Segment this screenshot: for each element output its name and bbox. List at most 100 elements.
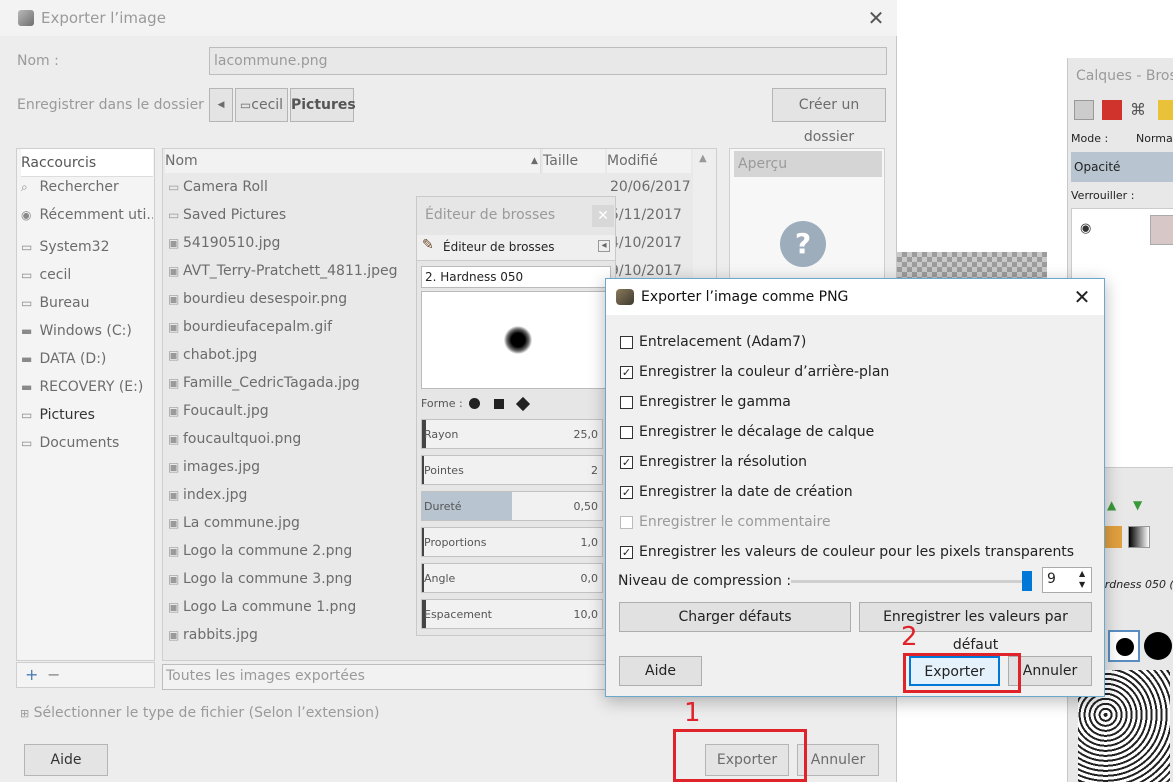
brush-item[interactable] xyxy=(1144,632,1172,660)
recent-icon: ◉ xyxy=(21,208,32,222)
option-label[interactable]: Enregistrer la résolution xyxy=(639,454,807,470)
place-item[interactable]: ◉ Récemment uti... xyxy=(21,201,153,229)
column-size[interactable]: Taille xyxy=(543,149,605,173)
mode-value[interactable]: Norma xyxy=(1136,132,1173,145)
arrow-down-icon[interactable]: ▼ xyxy=(1133,498,1142,512)
option-checkbox[interactable]: ✓ xyxy=(620,366,633,379)
slider-label: Dureté xyxy=(424,500,462,513)
layer-thumbnail[interactable] xyxy=(1150,215,1173,245)
option-label[interactable]: Enregistrer la date de création xyxy=(639,484,853,500)
help-button[interactable]: Aide xyxy=(24,744,108,776)
sort-ascending-icon: ▲ xyxy=(531,156,538,166)
option-label[interactable]: Enregistrer le gamma xyxy=(639,394,791,410)
image-file-icon: ▣ xyxy=(168,320,180,334)
add-icon[interactable]: + xyxy=(25,665,38,684)
brush-slider-espacement[interactable]: Espacement 10,0 xyxy=(421,599,603,629)
brush-editor-panel: Éditeur de brosses ✕ ✎ Éditeur de brosse… xyxy=(416,196,616,636)
option-label[interactable]: Enregistrer les valeurs de couleur pour … xyxy=(639,544,1074,560)
option-checkbox[interactable]: ✓ xyxy=(620,456,633,469)
spin-arrows-icon[interactable]: ▲ ▼ xyxy=(1079,568,1085,590)
gimp-icon xyxy=(18,10,34,26)
folder-icon: ▭ xyxy=(168,208,180,222)
annotation-step-1: 1 xyxy=(684,698,701,728)
paths-tab-icon[interactable]: ⌘ xyxy=(1130,100,1150,120)
place-item[interactable]: ▭ Documents xyxy=(21,429,153,457)
save-defaults-button[interactable]: Enregistrer les valeurs par défaut xyxy=(859,602,1092,653)
close-icon[interactable]: ✕ xyxy=(1072,287,1092,307)
option-label[interactable]: Enregistrer la couleur d’arrière-plan xyxy=(639,364,889,380)
place-item[interactable]: ▭ cecil xyxy=(21,261,153,289)
place-item[interactable]: ⌕ Rechercher xyxy=(21,173,153,201)
path-button-pictures[interactable]: Pictures xyxy=(290,88,356,122)
place-item[interactable]: ▬ DATA (D:) xyxy=(21,345,153,373)
option-checkbox[interactable] xyxy=(620,426,633,439)
compression-slider-track[interactable] xyxy=(791,580,1031,583)
file-name: bourdieu desespoir.png xyxy=(183,291,348,307)
file-name: Foucault.jpg xyxy=(183,403,269,419)
chevron-up-icon[interactable]: ▲ xyxy=(699,153,707,164)
compression-label: Niveau de compression : xyxy=(618,573,792,589)
square-shape-icon[interactable] xyxy=(494,399,504,409)
selected-brush[interactable] xyxy=(1108,630,1140,662)
file-type-expander[interactable]: ⊞ Sélectionner le type de fichier (Selon… xyxy=(20,705,379,721)
create-folder-button[interactable]: Créer un dossier xyxy=(772,88,886,145)
brush-name-field[interactable]: 2. Hardness 050 xyxy=(421,266,611,288)
path-back-arrow-icon[interactable]: ◀ xyxy=(209,88,233,122)
load-defaults-button[interactable]: Charger défauts xyxy=(619,602,851,632)
file-filter[interactable]: Toutes les images exportées xyxy=(162,664,608,690)
eye-icon[interactable]: ◉ xyxy=(1080,221,1091,236)
place-item[interactable]: ▭ Bureau xyxy=(21,289,153,317)
column-name[interactable]: Nom ▲ xyxy=(165,149,541,173)
filename-input[interactable]: lacommune.png xyxy=(209,47,887,75)
option-checkbox[interactable]: ✓ xyxy=(620,486,633,499)
undo-tab-icon[interactable] xyxy=(1158,100,1173,120)
option-checkbox[interactable] xyxy=(620,336,633,349)
diamond-shape-icon[interactable] xyxy=(515,396,531,412)
file-name: Famille_CedricTagada.jpg xyxy=(183,375,360,391)
slider-value: 1,0 xyxy=(580,536,599,549)
channels-tab-icon[interactable] xyxy=(1102,100,1122,120)
remove-icon[interactable]: − xyxy=(47,665,60,684)
option-checkbox[interactable] xyxy=(620,396,633,409)
image-file-icon: ▣ xyxy=(168,544,180,558)
cancel-button[interactable]: Annuler xyxy=(797,744,879,776)
folder-icon: ▭ xyxy=(21,268,33,282)
file-name: index.jpg xyxy=(183,487,248,503)
no-preview-icon: ? xyxy=(780,221,826,267)
paintbrush-icon: ✎ xyxy=(422,237,434,253)
place-item[interactable]: ▭ Pictures xyxy=(21,401,153,429)
path-button-cecil[interactable]: ▭cecil xyxy=(235,88,288,122)
brush-color-swatch[interactable] xyxy=(1104,526,1122,548)
circle-shape-icon[interactable] xyxy=(469,398,480,409)
compression-spinbox[interactable]: 9 ▲ ▼ xyxy=(1042,567,1092,593)
tab-menu-icon[interactable]: ◂ xyxy=(598,240,610,252)
brush-preview xyxy=(421,291,611,389)
arrow-up-icon[interactable]: ▲ xyxy=(1107,498,1116,512)
png-help-button[interactable]: Aide xyxy=(619,656,702,686)
place-item[interactable]: ▬ RECOVERY (E:) xyxy=(21,373,153,401)
tab-brush-editor[interactable]: ✎ Éditeur de brosses ◂ xyxy=(417,235,615,261)
compression-slider-thumb[interactable] xyxy=(1022,571,1032,591)
opacity-slider[interactable]: Opacité xyxy=(1071,152,1173,182)
place-item[interactable]: ▬ Windows (C:) xyxy=(21,317,153,345)
place-item[interactable]: ▭ System32 xyxy=(21,233,153,261)
brush-slider-pointes[interactable]: Pointes 2 xyxy=(421,455,603,485)
brush-slider-proportions[interactable]: Proportions 1,0 xyxy=(421,527,603,557)
option-label[interactable]: Entrelacement (Adam7) xyxy=(639,334,806,350)
brush-slider-rayon[interactable]: Rayon 25,0 xyxy=(421,419,603,449)
close-icon[interactable]: ✕ xyxy=(592,205,614,227)
option-label[interactable]: Enregistrer le décalage de calque xyxy=(639,424,874,440)
brush-slider-dureté[interactable]: Dureté 0,50 xyxy=(421,491,603,521)
close-icon[interactable]: ✕ xyxy=(866,8,886,28)
brush-slider-angle[interactable]: Angle 0,0 xyxy=(421,563,603,593)
gradient-swatch[interactable] xyxy=(1128,526,1150,548)
option-checkbox[interactable]: ✓ xyxy=(620,546,633,559)
folder-icon: ▭ xyxy=(21,296,33,310)
folder-icon: ▭ xyxy=(21,436,33,450)
file-name: Logo la commune 3.png xyxy=(183,571,353,587)
brush-shape-preview xyxy=(504,326,532,354)
column-modified[interactable]: Modifié xyxy=(607,149,691,173)
preview-label[interactable]: Aperçu xyxy=(734,151,882,177)
layers-tab-icon[interactable] xyxy=(1074,100,1094,120)
layers-title: Calques - Bross xyxy=(1076,68,1173,84)
